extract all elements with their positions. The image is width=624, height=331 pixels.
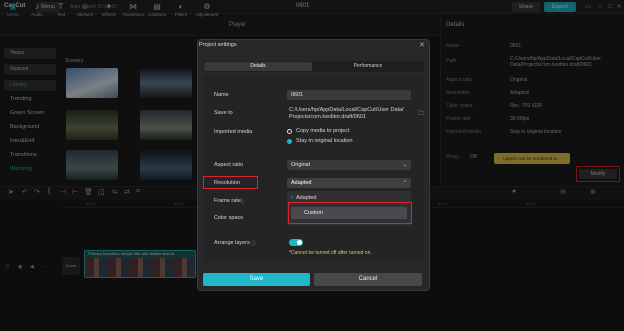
tab-details[interactable]: Details xyxy=(204,62,312,71)
info-icon[interactable]: ⓘ xyxy=(251,240,256,247)
toggle-knob xyxy=(297,240,302,245)
name-input[interactable]: 0601 xyxy=(287,90,411,100)
cancel-button[interactable]: Cancel xyxy=(314,273,422,286)
aspect-ratio-select[interactable]: Original ⌄ xyxy=(287,160,411,170)
save-button[interactable]: Save xyxy=(203,273,310,286)
folder-icon[interactable]: 🗀 xyxy=(418,109,424,119)
color-space-label: Color space xyxy=(214,215,244,221)
copy-media-option[interactable]: Copy media to project xyxy=(296,128,350,135)
imported-media-label: Imported media xyxy=(214,129,253,135)
tab-performance[interactable]: Performance xyxy=(313,62,423,71)
dialog-title: Project settings xyxy=(199,42,237,48)
option-adapted[interactable]: Adapted xyxy=(296,195,317,201)
stay-location-radio[interactable] xyxy=(287,139,292,144)
option-custom[interactable]: Custom xyxy=(291,207,407,219)
name-label: Name xyxy=(214,92,229,98)
frame-rate-label: Frame rate xyxy=(214,198,241,204)
arrange-layers-warning: *Cannot be turned off after turned on. xyxy=(289,250,372,256)
aspect-ratio-label: Aspect ratio xyxy=(214,162,244,168)
resolution-label: Resolution xyxy=(214,180,240,186)
aspect-ratio-value: Original xyxy=(291,162,310,168)
resolution-value: Adapted xyxy=(291,180,312,186)
chevron-up-icon: ⌃ xyxy=(402,180,407,186)
copy-media-radio[interactable] xyxy=(287,129,292,134)
save-to-label: Save to xyxy=(214,110,233,116)
chevron-down-icon: ⌄ xyxy=(402,162,407,168)
arrange-layers-label: Arrange layers xyxy=(214,240,250,246)
stay-location-option[interactable]: Stay in original location xyxy=(296,138,353,145)
save-to-path: C:/Users/hp/AppData/Local/CapCut/User Da… xyxy=(289,107,404,120)
resolution-select[interactable]: Adapted ⌃ xyxy=(287,178,411,188)
check-icon: ✓ xyxy=(290,195,295,201)
info-icon[interactable]: ⓘ xyxy=(240,198,245,205)
close-icon[interactable]: ✕ xyxy=(419,41,425,49)
